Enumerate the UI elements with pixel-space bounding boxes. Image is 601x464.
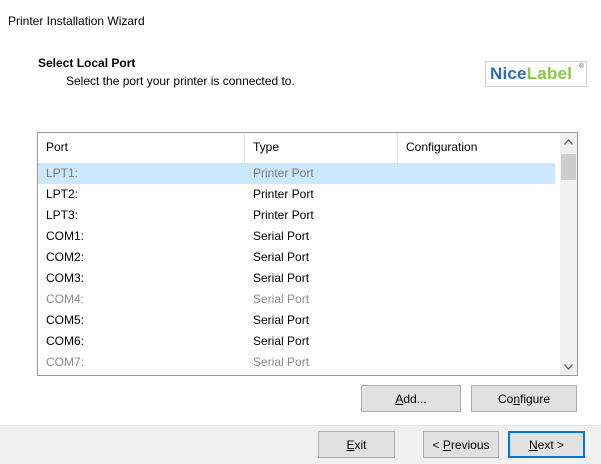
logo-trademark: ®: [578, 63, 584, 70]
cell-type: Printer Port: [253, 208, 314, 222]
configure-port-button[interactable]: Configure: [471, 385, 577, 412]
cell-port: COM7:: [46, 355, 85, 369]
wizard-content: Port Type Configuration LPT1: Printer Por…: [0, 108, 601, 426]
cell-type: Serial Port: [253, 334, 310, 348]
window-title: Printer Installation Wizard: [8, 14, 145, 28]
table-row[interactable]: LPT2: Printer Port: [38, 184, 555, 205]
table-row[interactable]: COM3: Serial Port: [38, 268, 555, 289]
cell-configuration: [398, 205, 555, 226]
add-port-button[interactable]: Add...: [361, 385, 461, 412]
table-row[interactable]: COM7: Serial Port: [38, 352, 555, 373]
cell-type: Serial Port: [253, 229, 310, 243]
next-button[interactable]: Next >: [508, 431, 585, 458]
cell-port: COM1:: [46, 229, 85, 243]
cell-type: Serial Port: [253, 250, 310, 264]
title-bar: Printer Installation Wizard: [0, 0, 601, 28]
table-row[interactable]: COM6: Serial Port: [38, 331, 555, 352]
column-header-configuration[interactable]: Configuration: [398, 133, 555, 162]
cell-port: COM4:: [46, 292, 85, 306]
cell-configuration: [398, 184, 555, 205]
cell-port: COM5:: [46, 313, 85, 327]
cell-port: COM2:: [46, 250, 85, 264]
cell-type: Serial Port: [253, 313, 310, 327]
cell-port: LPT1:: [46, 166, 79, 180]
cell-configuration: [398, 331, 555, 352]
cell-port: COM6:: [46, 334, 85, 348]
cell-configuration: [398, 289, 555, 310]
cell-configuration: [398, 226, 555, 247]
table-row[interactable]: COM1: Serial Port: [38, 226, 555, 247]
chevron-up-icon[interactable]: [560, 133, 577, 150]
vertical-scrollbar[interactable]: [560, 133, 577, 375]
scrollbar-thumb[interactable]: [561, 154, 576, 180]
wizard-footer: Exit < Previous Next >: [0, 426, 601, 464]
cell-configuration: [398, 352, 555, 373]
cell-configuration: [398, 247, 555, 268]
logo-text-nice: Nice: [490, 64, 527, 83]
logo-text-label: Label: [526, 64, 573, 83]
column-header-port[interactable]: Port: [38, 133, 244, 162]
cell-configuration: [398, 163, 555, 184]
column-header-type[interactable]: Type: [245, 133, 397, 162]
cell-type: Printer Port: [253, 187, 314, 201]
nicelabel-logo: NiceLabel ®: [485, 61, 587, 87]
exit-button[interactable]: Exit: [318, 431, 395, 458]
cell-configuration: [398, 268, 555, 289]
table-row[interactable]: COM4: Serial Port: [38, 289, 555, 310]
previous-button[interactable]: < Previous: [423, 431, 499, 458]
port-list[interactable]: Port Type Configuration LPT1: Printer Por…: [37, 132, 578, 376]
cell-port: LPT3:: [46, 208, 79, 222]
cell-type: Serial Port: [253, 271, 310, 285]
cell-port: COM3:: [46, 271, 85, 285]
cell-type: Printer Port: [253, 166, 314, 180]
list-header: Port Type Configuration: [38, 133, 555, 163]
table-row[interactable]: LPT1: Printer Port: [38, 163, 555, 184]
page-title: Select Local Port: [38, 56, 136, 70]
table-row[interactable]: COM2: Serial Port: [38, 247, 555, 268]
table-row[interactable]: COM5: Serial Port: [38, 310, 555, 331]
cell-type: Serial Port: [253, 355, 310, 369]
cell-port: LPT2:: [46, 187, 79, 201]
page-subtitle: Select the port your printer is connecte…: [66, 74, 295, 88]
chevron-down-icon[interactable]: [560, 358, 577, 375]
table-row[interactable]: LPT3: Printer Port: [38, 205, 555, 226]
cell-type: Serial Port: [253, 292, 310, 306]
cell-configuration: [398, 310, 555, 331]
